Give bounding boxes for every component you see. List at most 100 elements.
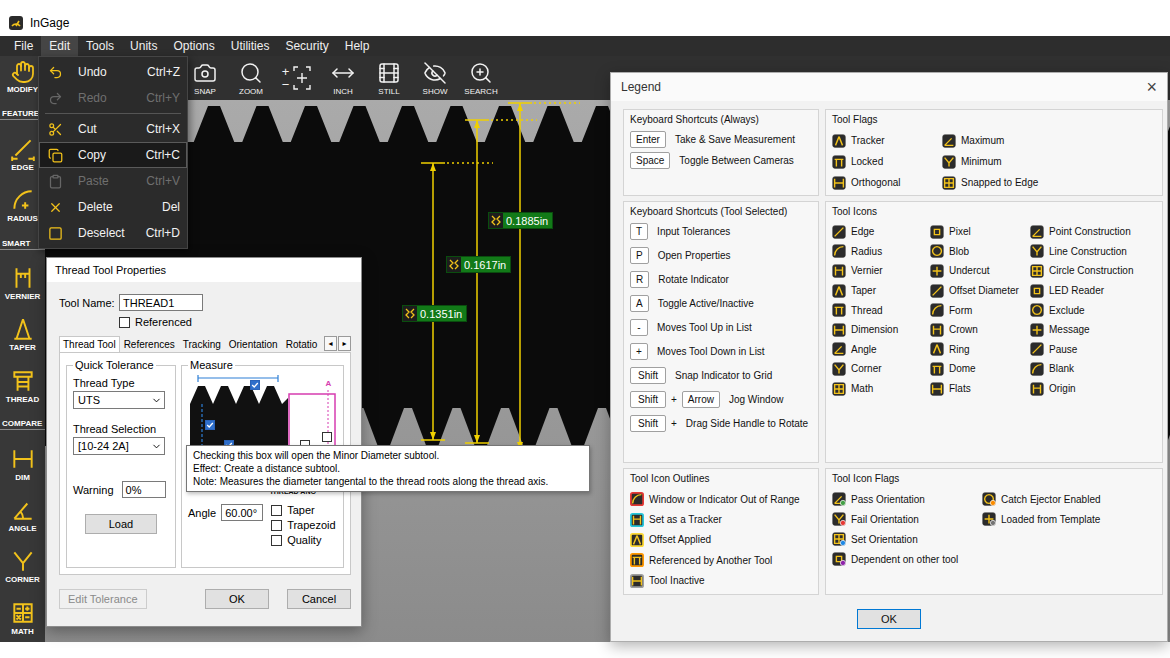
menu-item[interactable]: Help [337,36,378,56]
key-cap: Shift [630,415,666,432]
tab[interactable]: Rotatio [282,336,322,352]
tooltip: Checking this box will open the Minor Di… [186,445,590,492]
delete-icon [48,200,63,215]
tab[interactable]: Orientation [225,336,282,352]
menu-item[interactable]: Options [165,36,222,56]
sidebar-tool-label: VERNIER [5,292,41,301]
legend-item-label: Origin [1049,383,1076,394]
edit-menu-item[interactable]: PasteCtrl+V [39,168,187,194]
menu-bar: FileEditToolsUnitsOptionsUtilitiesSecuri… [0,36,1170,56]
measure-options: Angle60.00°TaperTrapezoidQuality [188,504,337,546]
option-checkbox[interactable] [271,505,282,516]
legend-item: Catch Ejector Enabled [982,489,1156,509]
sidebar-tool[interactable]: TAPER [0,316,45,352]
key-cap: Space [630,152,670,169]
field-label: Angle [188,507,216,519]
tab[interactable]: Thread Tool [59,336,120,352]
measurement-line[interactable] [465,120,537,443]
key-plus: + [671,394,677,405]
tool-icon [930,342,944,356]
subtool-checkbox[interactable] [322,432,332,442]
copy-icon [48,148,63,163]
toolbar-button[interactable]: ZOOM [228,56,274,100]
subtool-checkbox[interactable] [205,420,215,430]
tab-scroll-button[interactable]: ◂ [324,336,337,351]
thread-tool-properties-dialog: Thread Tool PropertiesTool Name:THREAD1R… [46,257,362,627]
key-cap: Shift [630,367,666,384]
menu-item[interactable]: Tools [78,36,122,56]
dialog-button[interactable]: OK [205,589,269,609]
sidebar-tool[interactable]: DIM [0,446,45,482]
angle-input[interactable]: 60.00° [221,504,263,521]
menu-item[interactable]: Units [122,36,165,56]
option-checkbox[interactable] [271,520,282,531]
sidebar-tool[interactable]: CORNER [0,548,45,584]
menu-item[interactable]: File [6,36,41,56]
legend-item-label: Snapped to Edge [961,177,1038,188]
legend-title-bar: Legend× [611,73,1167,101]
thread-type-dropdown[interactable]: UTS [73,391,165,409]
edit-menu-item[interactable]: RedoCtrl+Y [39,85,187,111]
toolbar-button[interactable]: INCH [320,56,366,100]
field-row: Referenced [119,316,351,328]
dialog-button[interactable]: Edit Tolerance [59,589,147,609]
shortcut-row: AToggle Active/Inactive [630,294,812,312]
ok-button[interactable]: OK [857,609,921,629]
legend-item: Offset Diameter [930,281,1030,301]
tool-name-input[interactable]: THREAD1 [119,294,203,311]
edit-menu-item[interactable]: CutCtrl+X [39,116,187,142]
option-checkbox[interactable] [271,535,282,546]
legend-item: Pass Orientation [832,489,982,509]
zoom-step-symbol[interactable]: + [282,65,290,78]
tab[interactable]: References [120,336,179,352]
legend-item: Dome [930,359,1030,379]
shortcut-description: Snap Indicator to Grid [675,370,772,381]
sidebar-tool[interactable]: ANGLE [0,497,45,533]
legend-item: Minimum [942,151,1156,172]
tab-scroll-button[interactable]: ▸ [338,336,351,351]
menu-item[interactable]: Utilities [223,36,278,56]
measurement-line[interactable] [421,163,493,440]
edit-menu-item[interactable]: DeselectCtrl+D [39,220,187,246]
legend-icon-grid: EdgeRadiusVernierTaperThreadDimensionAng… [832,222,1156,398]
menu-item[interactable]: Edit [41,36,78,56]
measurement-value: 0.1351in [420,308,462,320]
legend-item: Set Orientation [832,529,982,549]
checkbox-label: Referenced [135,316,192,328]
toolbar-button[interactable]: SEARCH [458,56,504,100]
edit-menu-item[interactable]: DeleteDel [39,194,187,220]
measurement-line[interactable] [508,103,580,450]
legend-item-label: Locked [851,156,883,167]
load-button[interactable]: Load [85,514,157,534]
sidebar-tool[interactable]: THREAD [0,368,45,404]
subtool-checkbox[interactable] [250,380,260,390]
edit-menu-item[interactable]: CopyCtrl+C [39,142,187,168]
referenced-checkbox[interactable] [119,317,130,328]
edit-menu-shortcut: Del [162,200,180,214]
legend-item-label: Point Construction [1049,226,1131,237]
toolbar-button[interactable]: SNAP [182,56,228,100]
close-button[interactable]: × [1146,78,1157,96]
tab[interactable]: Tracking [179,336,225,352]
edit-menu-item[interactable]: UndoCtrl+Z [39,59,187,85]
warning-input[interactable]: 0% [122,481,166,498]
tool-icon [982,512,996,526]
chevron-down-icon [151,395,162,406]
zoom-steps[interactable]: +− [274,56,320,100]
tool-icon [832,492,846,506]
thread-selection-dropdown[interactable]: [10-24 2A] [73,437,165,455]
toolbar-button[interactable]: SHOW [412,56,458,100]
dialog-button[interactable]: Cancel [287,589,351,609]
sidebar-tool[interactable]: MATH [0,600,45,636]
toolbar-button[interactable]: STILL [366,56,412,100]
menu-item[interactable]: Security [277,36,336,56]
legend-item-label: Blob [949,246,969,257]
legend-item-label: Undercut [949,265,990,276]
edit-menu-label: Cut [78,122,146,136]
zoom-step-symbol[interactable]: − [282,78,290,91]
legend-item: Pixel [930,222,1030,242]
shortcut-list: EnterTake & Save MeasurementSpaceToggle … [630,130,812,169]
legend-item-label: Window or Indicator Out of Range [649,494,800,505]
sidebar-tool-label: THREAD [6,395,39,404]
sidebar-tool[interactable]: VERNIER [0,265,45,301]
